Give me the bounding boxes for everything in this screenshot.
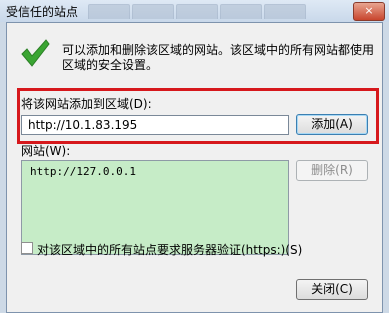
window-title: 受信任的站点	[6, 5, 79, 19]
background-tab	[88, 4, 130, 19]
background-tabs	[88, 4, 306, 22]
add-site-label: 将该网站添加到区域(D):	[21, 97, 152, 111]
background-tab	[264, 4, 306, 19]
add-button[interactable]: 添加(A)	[296, 114, 368, 135]
background-tab	[176, 4, 218, 19]
intro-text: 可以添加和删除该区域的网站。该区域中的所有网站都使用区域的安全设置。	[62, 43, 375, 72]
remove-button[interactable]: 删除(R)	[296, 160, 368, 181]
list-item[interactable]: http://127.0.0.1	[30, 165, 136, 178]
https-checkbox-label: 对该区域中的所有站点要求服务器验证(https:)(S)	[37, 243, 303, 257]
sites-label: 网站(W):	[21, 144, 71, 158]
background-tab	[132, 4, 174, 19]
title-bar: 受信任的站点 ×	[0, 0, 389, 22]
https-checkbox[interactable]	[21, 242, 33, 254]
trusted-sites-dialog: 可以添加和删除该区域的网站。该区域中的所有网站都使用区域的安全设置。 将该网站添…	[6, 22, 383, 313]
site-url-input[interactable]: http://10.1.83.195	[21, 115, 289, 135]
close-button[interactable]: 关闭(C)	[296, 279, 368, 300]
background-tab	[220, 4, 262, 19]
window-close-button[interactable]: ×	[353, 2, 385, 21]
green-check-icon	[21, 39, 50, 67]
